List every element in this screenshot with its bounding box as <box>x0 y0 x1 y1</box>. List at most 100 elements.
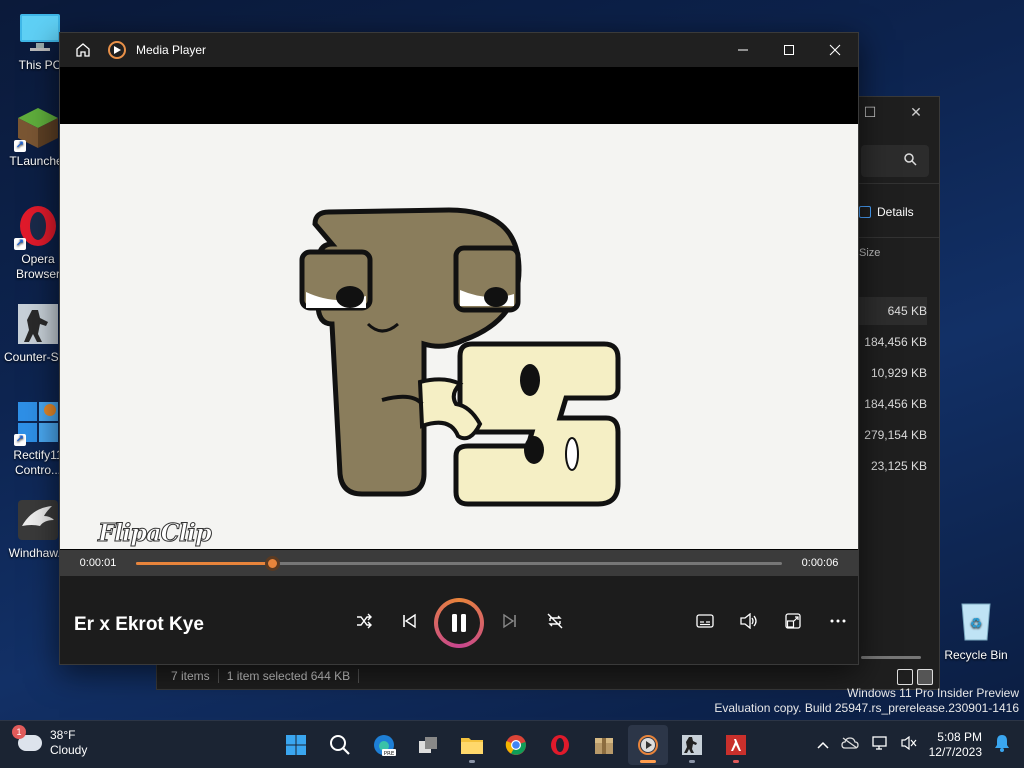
tiles-view-icon[interactable] <box>917 669 933 685</box>
running-indicator <box>689 760 695 763</box>
volume-muted-icon[interactable] <box>901 735 917 755</box>
seek-slider[interactable] <box>136 555 782 571</box>
taskbar-half-life[interactable] <box>716 725 756 765</box>
more-icon <box>830 619 846 623</box>
file-row-size[interactable]: 10,929 KB <box>859 359 927 387</box>
window-controls <box>720 33 858 67</box>
system-tray: 5:08 PM 12/7/2023 <box>817 721 1024 768</box>
close-icon <box>829 44 841 56</box>
shuffle-icon <box>357 613 372 629</box>
file-row-size[interactable]: 184,456 KB <box>859 328 927 356</box>
weather-widget[interactable]: 1 38°F Cloudy <box>12 725 87 758</box>
total-time: 0:00:06 <box>801 557 839 569</box>
shortcut-arrow-icon: ↗ <box>14 238 26 250</box>
video-frame: FlipaClip <box>60 124 858 549</box>
clock-date: 12/7/2023 <box>928 745 982 759</box>
next-button[interactable] <box>495 606 525 636</box>
watermark-line-2: Evaluation copy. Build 25947.rs_prerelea… <box>714 701 1019 715</box>
edge-beta-icon: PRE <box>374 735 396 757</box>
mini-player-button[interactable] <box>778 606 808 636</box>
view-toggle <box>897 669 933 685</box>
details-pane-icon <box>859 206 871 218</box>
repeat-button[interactable] <box>540 606 570 636</box>
minimize-button[interactable] <box>720 33 766 67</box>
next-icon <box>503 613 516 629</box>
seek-bar-row: 0:00:01 0:00:06 <box>60 550 858 576</box>
more-options-button[interactable] <box>823 606 853 636</box>
video-viewport[interactable]: FlipaClip <box>60 67 858 576</box>
file-row-size[interactable]: 184,456 KB <box>859 390 927 418</box>
flipaclip-watermark: FlipaClip <box>98 518 213 548</box>
monitor-icon <box>18 10 62 54</box>
file-row-size[interactable]: 279,154 KB <box>859 421 927 449</box>
minecraft-block-icon: ↗ <box>14 106 60 152</box>
search-icon <box>904 153 917 169</box>
notification-bell-icon[interactable] <box>994 734 1010 757</box>
clock[interactable]: 5:08 PM 12/7/2023 <box>929 730 982 760</box>
column-header-size[interactable]: Size <box>859 247 880 259</box>
shortcut-arrow-icon: ↗ <box>14 140 26 152</box>
previous-button[interactable] <box>394 606 424 636</box>
details-pane-button[interactable]: Details <box>859 205 914 219</box>
seek-thumb[interactable] <box>264 555 280 571</box>
divider <box>217 669 219 683</box>
watermark-line-1: Windows 11 Pro Insider Preview <box>847 686 1019 700</box>
clock-time: 5:08 PM <box>937 730 982 744</box>
track-title: Er x Ekrot Kye <box>74 614 204 635</box>
os-evaluation-watermark: Windows 11 Pro Insider Preview Evaluatio… <box>714 686 1019 716</box>
onedrive-icon[interactable] <box>840 736 859 754</box>
file-row-size[interactable]: 645 KB <box>859 297 927 325</box>
maximize-button[interactable] <box>766 33 812 67</box>
network-icon[interactable] <box>871 735 889 756</box>
recycle-bin-icon: ♻ <box>956 598 996 642</box>
taskbar-apps: PRE <box>276 725 756 765</box>
show-hidden-icons-button[interactable] <box>817 736 829 754</box>
volume-icon <box>740 613 757 629</box>
taskbar-counter-strike[interactable] <box>672 725 712 765</box>
archive-box-icon <box>595 738 613 754</box>
maximize-icon <box>784 45 794 55</box>
taskbar-edge-beta[interactable]: PRE <box>364 725 404 765</box>
mini-player-icon <box>785 613 801 629</box>
running-indicator <box>733 760 739 763</box>
current-time: 0:00:01 <box>79 557 117 569</box>
explorer-search-box[interactable] <box>861 145 929 177</box>
details-view-icon[interactable] <box>897 669 913 685</box>
close-button[interactable] <box>812 33 858 67</box>
opera-icon <box>551 735 569 755</box>
captions-icon <box>696 614 714 628</box>
previous-icon <box>403 613 416 629</box>
home-icon <box>76 43 90 57</box>
taskbar-task-view[interactable] <box>408 725 448 765</box>
running-indicator <box>469 760 475 763</box>
close-icon[interactable]: ✕ <box>893 97 939 127</box>
desktop-icon-recycle-bin[interactable]: ♻ Recycle Bin <box>938 598 1014 662</box>
pause-icon <box>438 602 480 644</box>
pause-button[interactable] <box>434 598 484 648</box>
captions-button[interactable] <box>690 606 720 636</box>
seek-progress <box>136 561 272 565</box>
running-indicator <box>640 760 656 763</box>
media-player-window: Media Player FlipaClip 0:00:01 0:00:06 E… <box>59 32 859 665</box>
task-view-icon <box>419 737 437 753</box>
horizontal-scrollbar[interactable] <box>861 656 921 659</box>
half-life-lambda-icon <box>726 735 746 755</box>
taskbar-file-explorer[interactable] <box>452 725 492 765</box>
windows-logo-icon <box>286 735 306 755</box>
taskbar-opera[interactable] <box>540 725 580 765</box>
shuffle-button[interactable] <box>349 606 379 636</box>
media-player-icon <box>638 735 658 755</box>
taskbar: 1 38°F Cloudy PRE 5:08 PM 12/7/2023 <box>0 720 1024 768</box>
taskbar-media-player[interactable] <box>628 725 668 765</box>
folder-icon <box>461 738 483 754</box>
counter-strike-icon <box>16 302 60 346</box>
taskbar-archive-app[interactable] <box>584 725 624 765</box>
home-button[interactable] <box>60 33 106 67</box>
minimize-icon <box>738 49 748 51</box>
item-count: 7 items <box>171 669 210 683</box>
start-button[interactable] <box>276 725 316 765</box>
taskbar-chrome[interactable] <box>496 725 536 765</box>
file-row-size[interactable]: 23,125 KB <box>859 452 927 480</box>
volume-button[interactable] <box>734 606 764 636</box>
taskbar-search-button[interactable] <box>320 725 360 765</box>
